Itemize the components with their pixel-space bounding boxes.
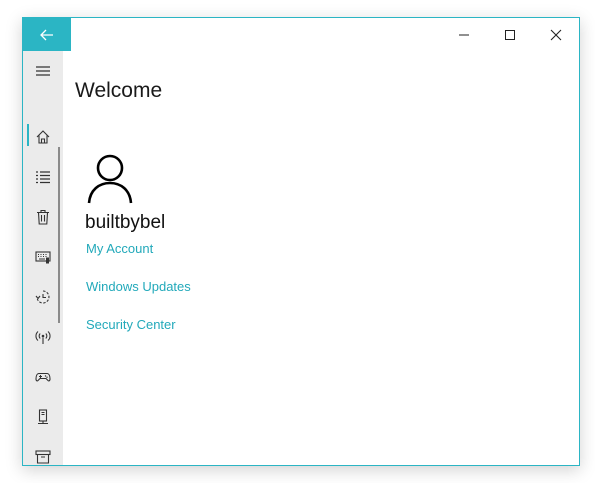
sidebar-item-keyboard[interactable] bbox=[23, 237, 63, 277]
close-icon bbox=[550, 29, 562, 40]
user-avatar bbox=[87, 154, 133, 208]
arrow-left-icon bbox=[40, 29, 53, 40]
hamburger-menu-button[interactable] bbox=[23, 51, 63, 91]
maximize-button[interactable] bbox=[487, 18, 533, 51]
sidebar-item-trash[interactable] bbox=[23, 197, 63, 237]
app-window: Welcome builtbybel My Account Windows Up… bbox=[22, 17, 580, 466]
sidebar bbox=[23, 51, 63, 465]
my-account-link[interactable]: My Account bbox=[86, 241, 153, 256]
main-content: Welcome builtbybel My Account Windows Up… bbox=[63, 51, 579, 465]
trash-icon bbox=[37, 209, 49, 225]
hamburger-menu-icon bbox=[36, 66, 50, 76]
history-icon bbox=[35, 290, 50, 304]
window-controls bbox=[441, 18, 579, 51]
back-button[interactable] bbox=[23, 18, 71, 51]
sidebar-item-list[interactable] bbox=[23, 157, 63, 197]
keyboard-icon bbox=[35, 251, 51, 264]
page-title: Welcome bbox=[75, 79, 163, 102]
sidebar-item-history[interactable] bbox=[23, 277, 63, 317]
sidebar-item-wireless[interactable] bbox=[23, 317, 63, 357]
archive-icon bbox=[35, 450, 51, 464]
close-button[interactable] bbox=[533, 18, 579, 51]
sidebar-item-tower[interactable] bbox=[23, 397, 63, 437]
minimize-icon bbox=[459, 34, 469, 35]
wireless-icon bbox=[35, 331, 51, 344]
windows-updates-link[interactable]: Windows Updates bbox=[86, 279, 191, 294]
security-center-link[interactable]: Security Center bbox=[86, 317, 176, 332]
maximize-icon bbox=[505, 29, 515, 40]
sidebar-item-home[interactable] bbox=[23, 117, 63, 157]
tower-icon bbox=[38, 409, 48, 425]
list-icon bbox=[36, 171, 50, 184]
home-icon bbox=[36, 130, 50, 144]
user-icon bbox=[87, 154, 133, 204]
minimize-button[interactable] bbox=[441, 18, 487, 51]
username: builtbybel bbox=[85, 212, 166, 233]
sidebar-item-gamepad[interactable] bbox=[23, 357, 63, 397]
sidebar-item-archive[interactable] bbox=[23, 437, 63, 465]
gamepad-icon bbox=[35, 372, 51, 382]
